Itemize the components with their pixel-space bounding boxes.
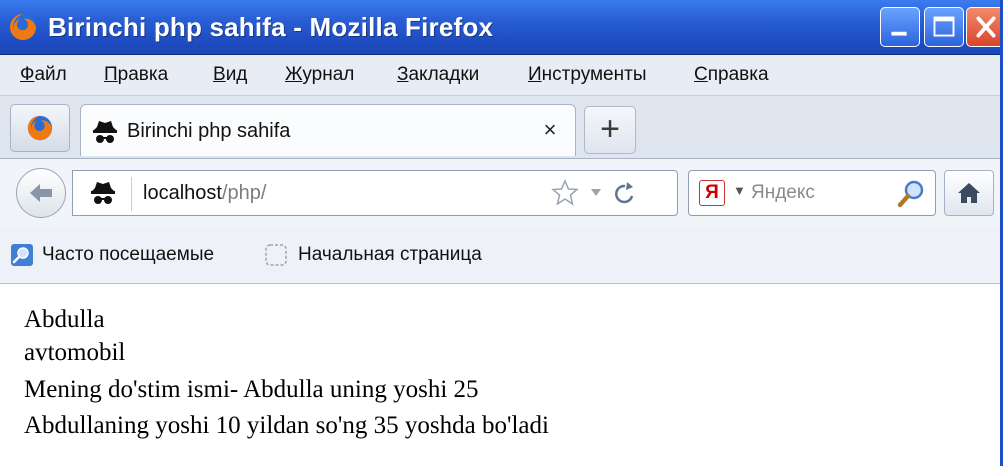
window-title: Birinchi php sahifa - Mozilla Firefox [48, 12, 494, 42]
blank-page-icon [265, 244, 287, 266]
close-window-button[interactable] [966, 7, 1003, 47]
search-bar[interactable]: Я ▼ Яндекс [688, 170, 936, 216]
firefox-menu-button[interactable] [10, 104, 70, 152]
browser-window: Birinchi php sahifa - Mozilla Firefox Фа… [0, 0, 1003, 466]
content-line: Mening do'stim ismi- Abdulla uning yoshi… [24, 376, 479, 403]
reload-icon[interactable] [615, 182, 634, 204]
home-button[interactable] [944, 170, 994, 216]
bookmarks-toolbar: Часто посещаемые Начальная страница [0, 227, 1003, 284]
menu-tools[interactable]: Инструменты [528, 55, 646, 95]
menu-edit[interactable]: Правка [104, 55, 168, 95]
menu-bar: Файл Правка Вид Журнал Закладки Инструме… [0, 55, 1003, 96]
menu-file[interactable]: Файл [20, 55, 67, 95]
history-dropdown-icon[interactable] [591, 189, 601, 196]
firefox-icon [10, 14, 36, 40]
search-icon[interactable] [897, 179, 927, 209]
tab-birinchi-php-sahifa[interactable]: Birinchi php sahifa × [80, 104, 576, 156]
incognito-favicon-icon [93, 121, 117, 143]
content-line: Abdullaning yoshi 10 yildan so'ng 35 yos… [24, 412, 549, 439]
new-tab-button[interactable]: + [584, 106, 636, 154]
incognito-favicon-icon [91, 182, 115, 204]
menu-help[interactable]: Справка [694, 55, 769, 95]
content-line: Abdulla [24, 306, 105, 333]
close-icon [976, 16, 996, 38]
maximize-icon [933, 16, 955, 37]
most-visited-icon [11, 244, 33, 266]
menu-history[interactable]: Журнал [285, 55, 354, 95]
firefox-icon [27, 115, 53, 141]
back-arrow-icon [30, 184, 52, 202]
title-bar: Birinchi php sahifa - Mozilla Firefox [0, 0, 1003, 55]
content-line: avtomobil [24, 339, 126, 366]
search-placeholder: Яндекс [751, 182, 815, 203]
address-bar-actions [551, 179, 634, 206]
address-separator [131, 177, 132, 211]
minimize-button[interactable] [880, 7, 920, 47]
address-text[interactable]: localhost/php/ [143, 171, 266, 215]
bookmark-most-visited[interactable]: Часто посещаемые [42, 227, 214, 283]
search-engine-dropdown-icon[interactable]: ▼ [733, 183, 746, 198]
bookmark-start-page[interactable]: Начальная страница [298, 227, 482, 283]
maximize-button[interactable] [924, 7, 964, 47]
home-icon [958, 183, 980, 203]
address-bar[interactable]: localhost/php/ [72, 170, 678, 216]
minimize-icon [891, 31, 907, 36]
tab-close-button[interactable]: × [539, 119, 561, 141]
menu-view[interactable]: Вид [213, 55, 247, 95]
bookmark-star-icon[interactable] [551, 179, 579, 206]
tab-label: Birinchi php sahifa [127, 120, 291, 142]
page-content: Abdulla avtomobil Mening do'stim ismi- A… [0, 284, 1003, 466]
menu-bookmarks[interactable]: Закладки [397, 55, 479, 95]
yandex-logo-icon[interactable]: Я [699, 180, 725, 206]
back-button[interactable] [16, 168, 66, 218]
